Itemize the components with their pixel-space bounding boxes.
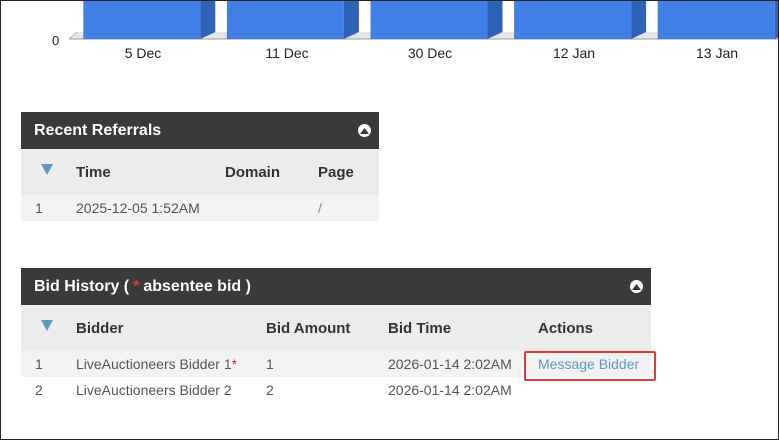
column-header-page[interactable]: Page bbox=[318, 164, 354, 181]
bar-side bbox=[774, 1, 778, 39]
panel-title: Recent Referrals bbox=[34, 121, 162, 139]
x-tick-label: 12 Jan bbox=[552, 45, 596, 61]
x-tick-label: 5 Dec bbox=[124, 45, 162, 61]
x-tick-label: 11 Dec bbox=[265, 45, 309, 61]
column-header-bidder[interactable]: Bidder bbox=[76, 320, 124, 337]
column-header-domain[interactable]: Domain bbox=[225, 164, 280, 181]
recent-referrals-panel: Recent Referrals Time Domain Page 1 2025… bbox=[21, 112, 379, 221]
row-number: 1 bbox=[35, 200, 43, 216]
table-header: Time Domain Page bbox=[21, 149, 379, 195]
bid-history-panel: Bid History ( * absentee bid ) Bidder Bi… bbox=[21, 268, 656, 403]
bar bbox=[83, 1, 201, 39]
x-tick-label: 30 Dec bbox=[407, 45, 453, 61]
page-frame: 0 5 Dec 11 Dec 30 Dec 12 Jan 13 Jan Rece… bbox=[0, 0, 779, 440]
column-header-time[interactable]: Time bbox=[76, 164, 111, 181]
bid-time: 2026-01-14 2:02AM bbox=[388, 356, 512, 372]
chevron-up-icon bbox=[360, 127, 369, 134]
row-number: 1 bbox=[35, 356, 43, 372]
referral-page-link[interactable]: / bbox=[318, 200, 322, 216]
collapse-button[interactable] bbox=[358, 124, 371, 137]
absentee-star: * bbox=[231, 356, 238, 372]
bid-history-header: Bid History ( * absentee bid ) bbox=[21, 268, 651, 305]
bar bbox=[514, 1, 632, 39]
bid-time: 2026-01-14 2:02AM bbox=[388, 382, 512, 398]
bar bbox=[370, 1, 488, 39]
absentee-star: * bbox=[133, 277, 140, 295]
bar bbox=[226, 1, 344, 39]
collapse-button[interactable] bbox=[630, 280, 643, 293]
highlight-box bbox=[524, 351, 656, 381]
column-header-actions: Actions bbox=[538, 320, 594, 337]
recent-referrals-header: Recent Referrals bbox=[21, 112, 379, 149]
bids-chart: 0 5 Dec 11 Dec 30 Dec 12 Jan 13 Jan bbox=[1, 1, 778, 71]
bar-chart-svg bbox=[68, 1, 778, 40]
bidder-name: LiveAuctioneers Bidder 1* bbox=[76, 356, 238, 372]
sort-icon[interactable] bbox=[41, 162, 53, 179]
x-tick-label: 13 Jan bbox=[695, 45, 739, 61]
chevron-up-icon bbox=[632, 283, 641, 290]
sort-icon[interactable] bbox=[41, 318, 53, 335]
bar bbox=[657, 1, 775, 39]
panel-title-suffix: absentee bid ) bbox=[143, 277, 251, 295]
bidder-name: LiveAuctioneers Bidder 2 bbox=[76, 382, 232, 398]
table-row: 1 2025-12-05 1:52AM / bbox=[21, 195, 379, 221]
bid-amount: 2 bbox=[266, 382, 274, 398]
column-header-bid-time[interactable]: Bid Time bbox=[388, 320, 451, 337]
y-axis-tick-zero: 0 bbox=[52, 33, 60, 48]
column-header-bid-amount[interactable]: Bid Amount bbox=[266, 320, 350, 337]
referral-time: 2025-12-05 1:52AM bbox=[76, 200, 200, 216]
bid-amount: 1 bbox=[266, 356, 274, 372]
panel-title-prefix: Bid History ( bbox=[34, 277, 130, 295]
row-number: 2 bbox=[35, 382, 43, 398]
table-header: Bidder Bid Amount Bid Time Actions bbox=[21, 305, 651, 351]
